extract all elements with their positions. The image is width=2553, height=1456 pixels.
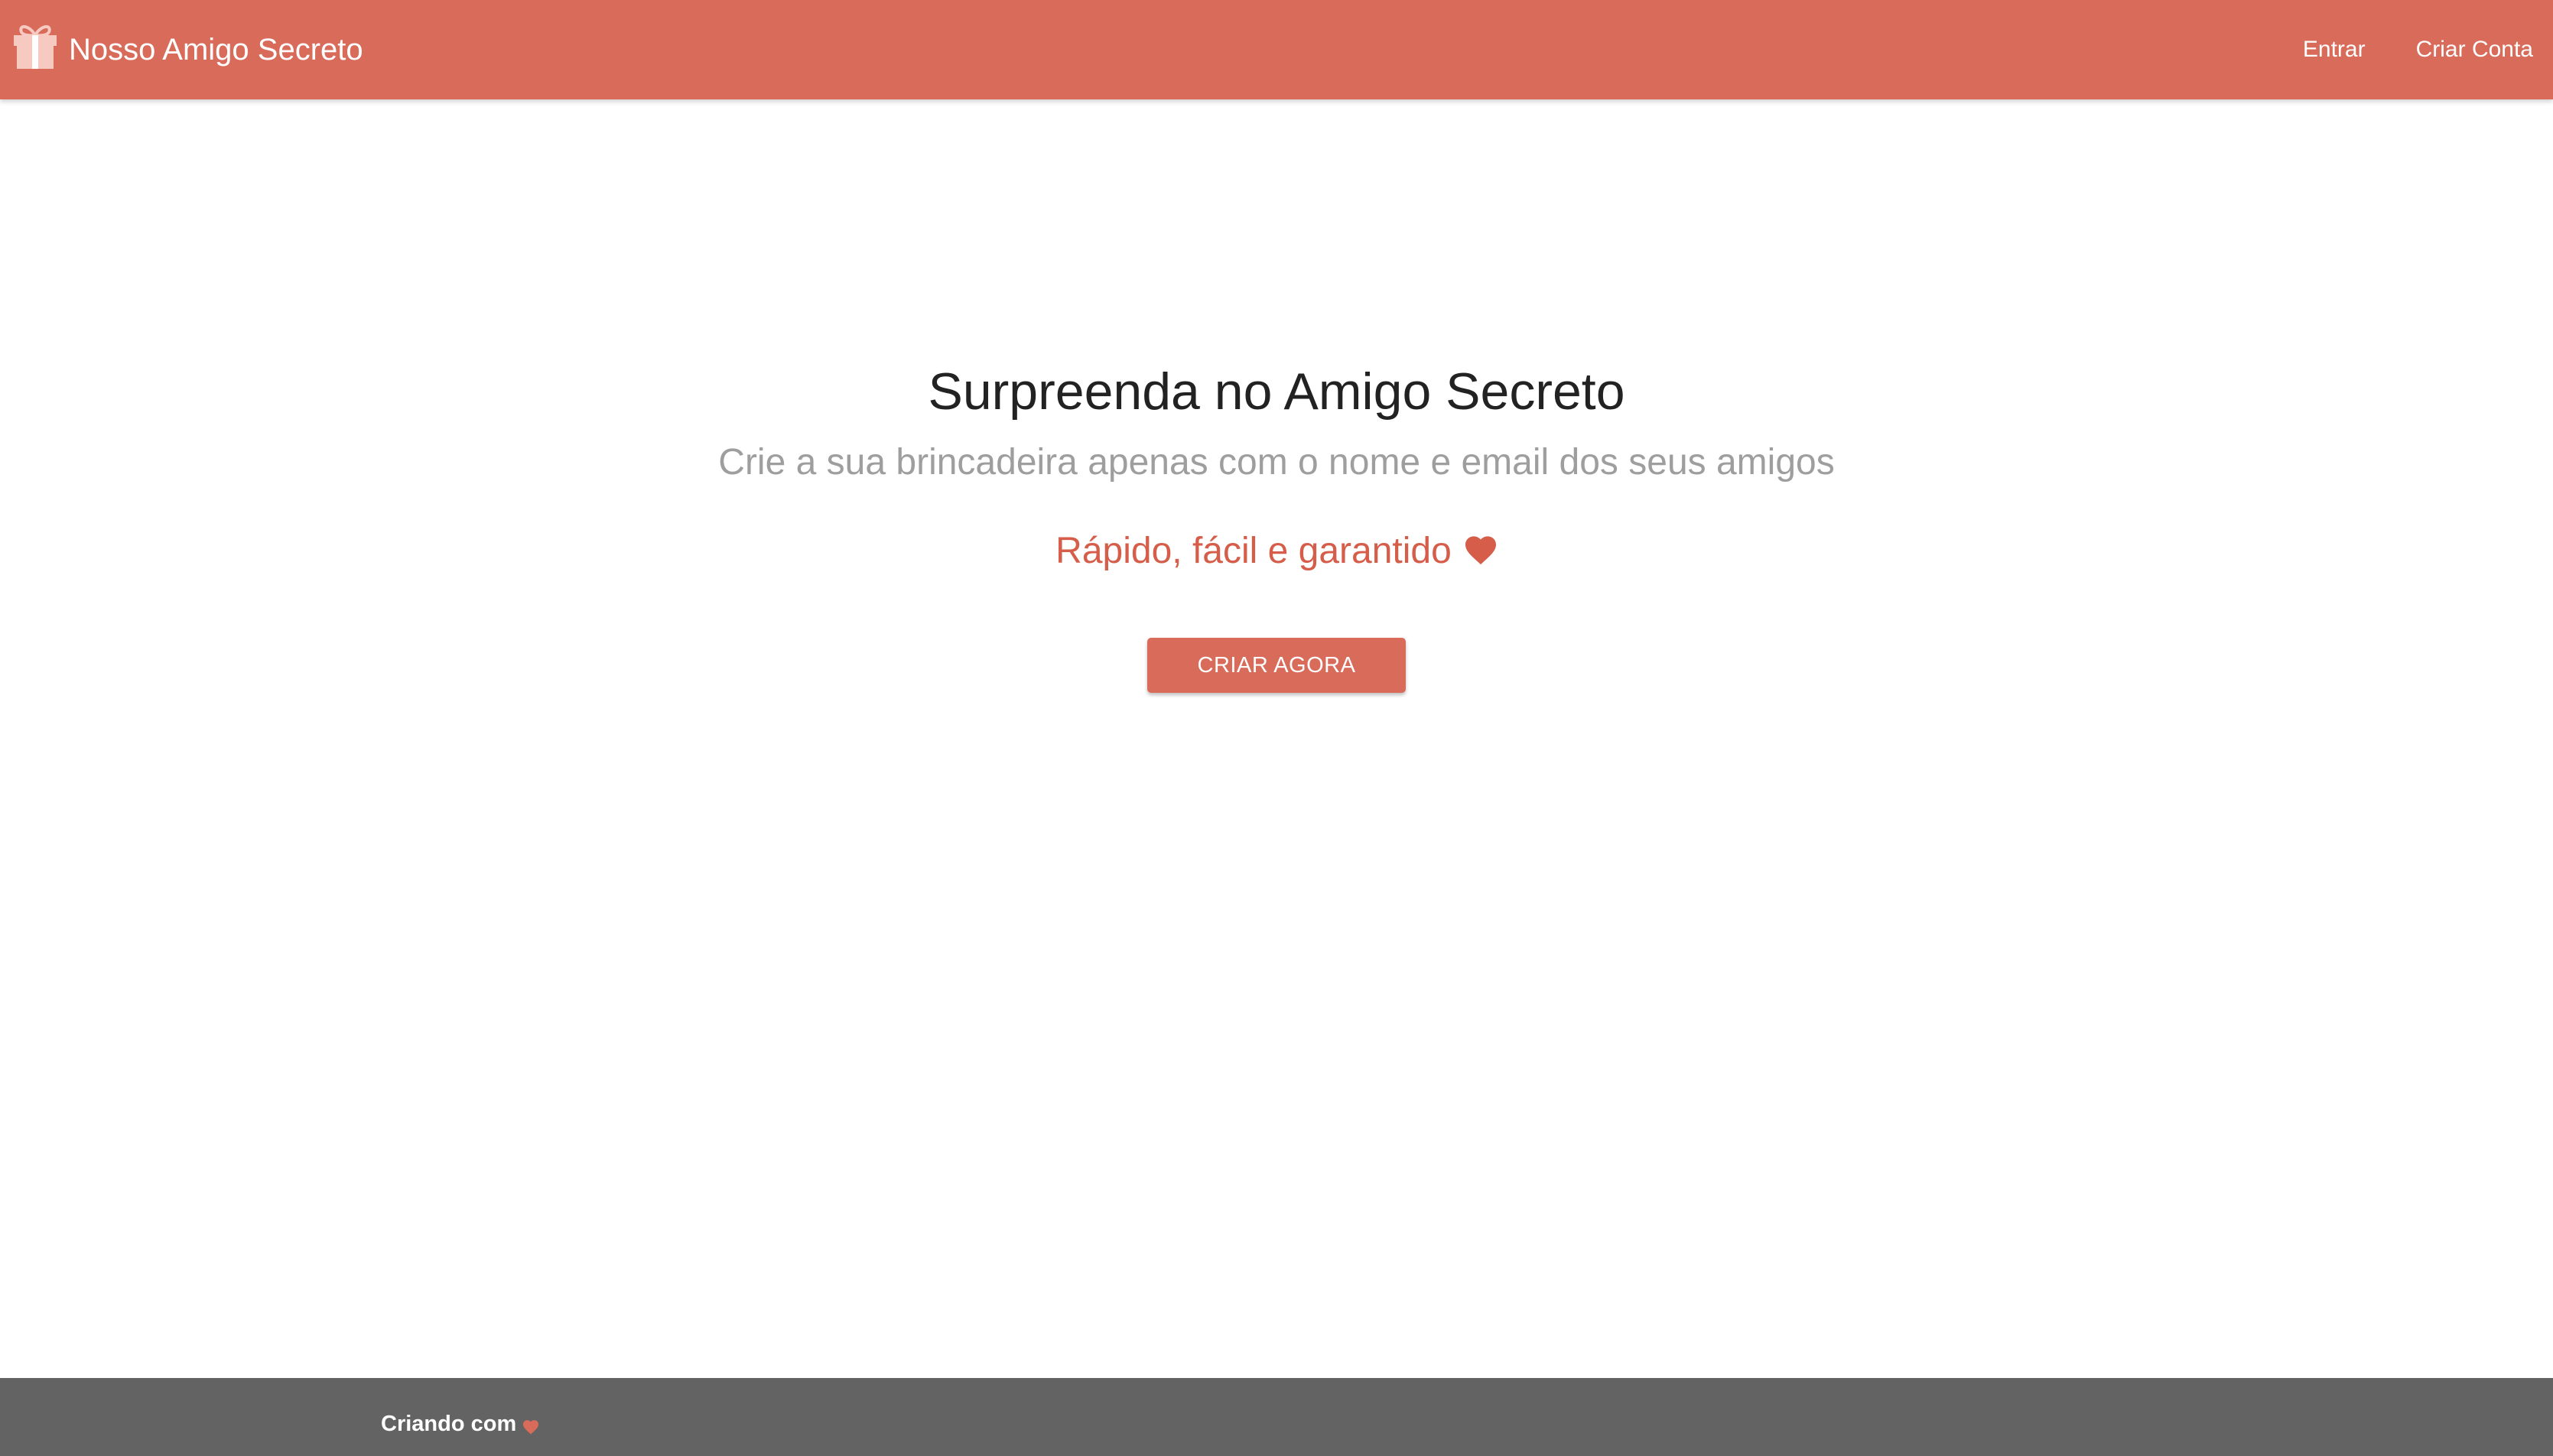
login-link[interactable]: Entrar (2303, 37, 2366, 63)
footer: Criando com (0, 1378, 2553, 1456)
create-now-button[interactable]: CRIAR AGORA (1147, 638, 1406, 693)
footer-credit: Criando com (381, 1412, 539, 1437)
create-account-link[interactable]: Criar Conta (2416, 37, 2533, 63)
hero-tagline: Rápido, fácil e garantido (0, 529, 2553, 574)
nav-links: Entrar Criar Conta (2252, 0, 2533, 99)
top-navbar: Nosso Amigo Secreto Entrar Criar Conta (0, 0, 2553, 99)
page-title: Surpreenda no Amigo Secreto (928, 362, 1625, 421)
heart-icon (522, 1415, 539, 1435)
gift-icon (12, 21, 58, 70)
hero-subtitle: Crie a sua brincadeira apenas com o nome… (718, 442, 1835, 483)
brand-link[interactable]: Nosso Amigo Secreto (12, 18, 363, 73)
brand-label: Nosso Amigo Secreto (69, 32, 363, 67)
footer-text: Criando com (381, 1412, 517, 1436)
tagline-text: Rápido, fácil e garantido (1055, 531, 1452, 571)
heart-icon (1464, 531, 1498, 564)
